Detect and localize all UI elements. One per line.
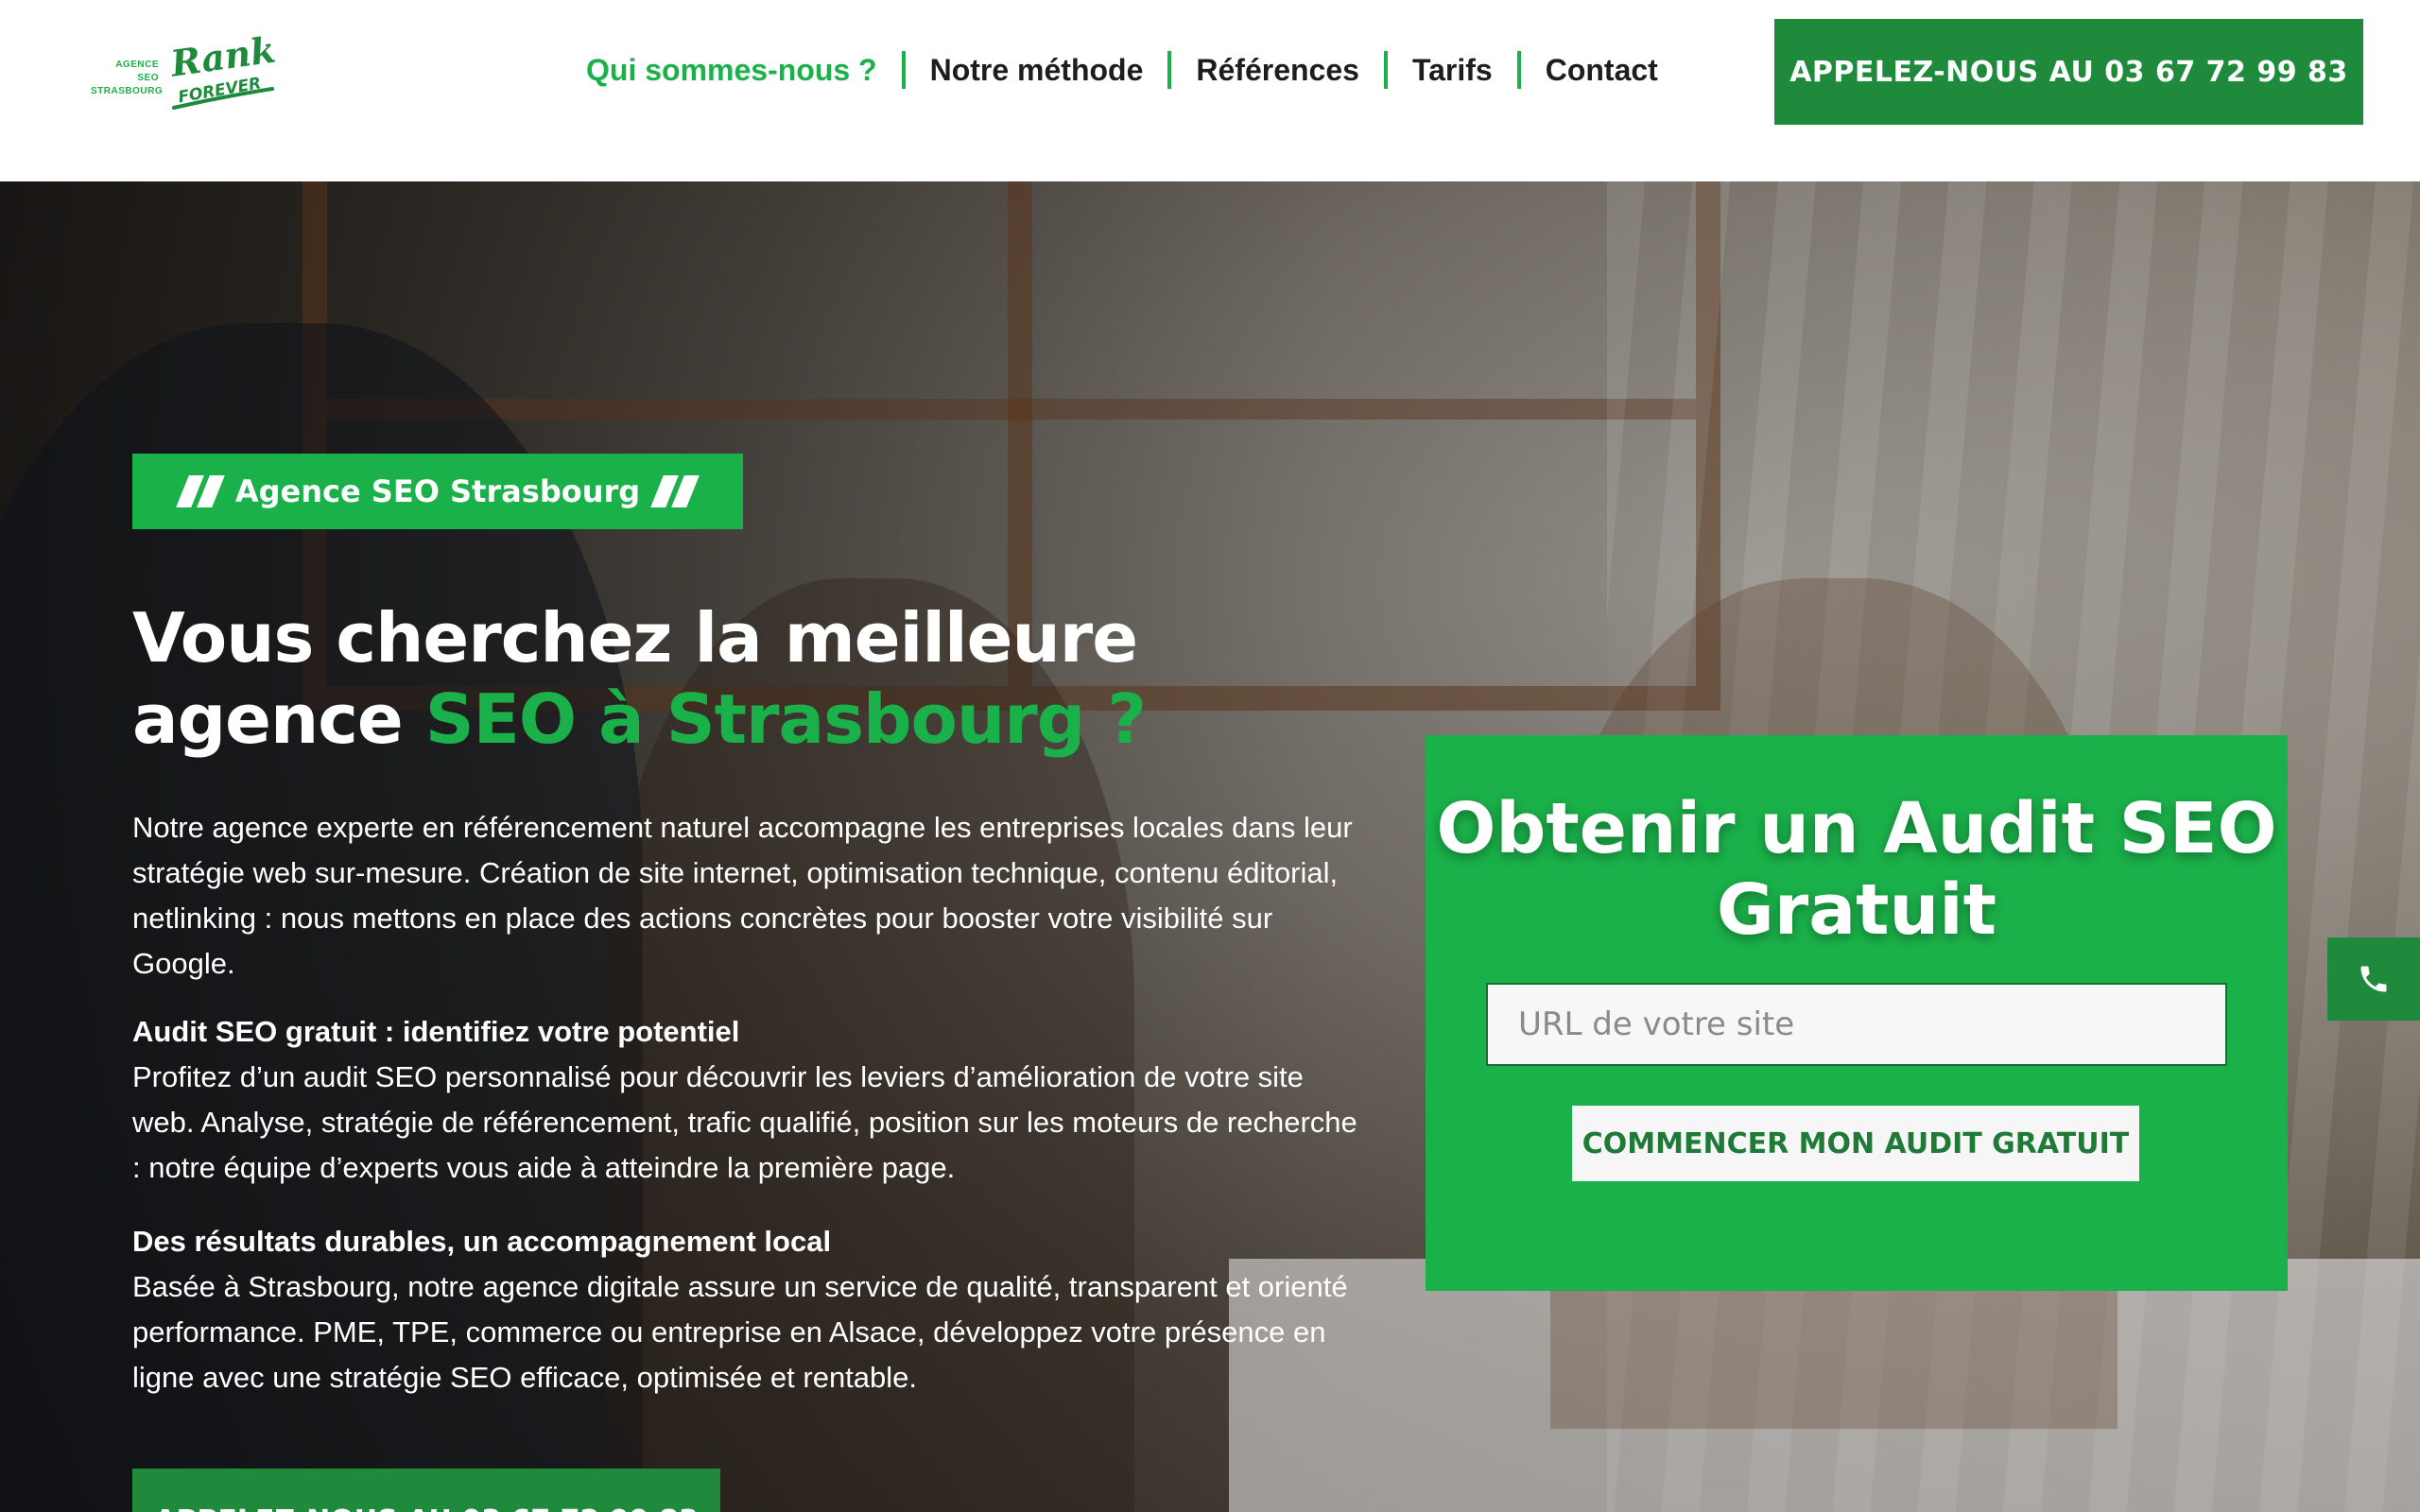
hero-section-text: Profitez d’un audit SEO personnalisé pou…: [132, 1060, 1357, 1184]
nav-separator: [1383, 51, 1388, 89]
site-header: AGENCE SEO STRASBOURG Rank FOREVER Qui som…: [0, 0, 2420, 181]
hero-section-audit: Audit SEO gratuit : identifiez votre pot…: [132, 1009, 1361, 1191]
hero-headline: Vous cherchez la meilleure agence SEO à …: [132, 597, 1361, 760]
hero-section: Agence SEO Strasbourg Vous cherchez la m…: [0, 181, 2420, 1512]
floating-call-button[interactable]: [2327, 937, 2420, 1021]
hero-section-text: Basée à Strasbourg, notre agence digital…: [132, 1270, 1348, 1394]
hero-call-button[interactable]: APPELEZ-NOUS AU 03 67 72 99 83: [132, 1469, 720, 1512]
hero-headline-highlight: SEO à Strasbourg ?: [424, 679, 1147, 759]
logo-wordmark: Rank FOREVER: [167, 30, 278, 110]
quote-mark-icon: [175, 475, 225, 507]
audit-title: Obtenir un Audit SEO Gratuit: [1436, 788, 2277, 951]
site-url-input[interactable]: [1486, 983, 2227, 1066]
audit-form-card: Obtenir un Audit SEO Gratuit COMMENCER M…: [1426, 735, 2288, 1291]
logo-tagline: AGENCE SEO STRASBOURG: [91, 60, 164, 96]
nav-item-qui-sommes-nous[interactable]: Qui sommes-nous ?: [586, 53, 877, 88]
hero-badge: Agence SEO Strasbourg: [132, 454, 743, 529]
logo[interactable]: AGENCE SEO STRASBOURG Rank FOREVER: [91, 26, 280, 117]
svg-text:Rank: Rank: [167, 30, 278, 85]
start-audit-button[interactable]: COMMENCER MON AUDIT GRATUIT: [1572, 1106, 2139, 1181]
hero-section-title: Des résultats durables, un accompagnemen…: [132, 1225, 832, 1258]
hero-section-title: Audit SEO gratuit : identifiez votre pot…: [132, 1015, 740, 1048]
phone-icon: [2360, 966, 2387, 992]
nav-item-references[interactable]: Références: [1196, 53, 1359, 88]
nav-separator: [1167, 51, 1172, 89]
nav-separator: [1516, 51, 1521, 89]
main-nav: Qui sommes-nous ? Notre méthode Référenc…: [586, 47, 1658, 93]
nav-item-tarifs[interactable]: Tarifs: [1412, 53, 1493, 88]
nav-separator: [901, 51, 906, 89]
nav-item-notre-methode[interactable]: Notre méthode: [930, 53, 1144, 88]
hero-intro: Notre agence experte en référencement na…: [132, 811, 1353, 980]
header-call-button[interactable]: APPELEZ-NOUS AU 03 67 72 99 83: [1774, 19, 2363, 125]
quote-mark-icon: [650, 475, 700, 507]
hero-badge-label: Agence SEO Strasbourg: [234, 473, 641, 509]
nav-item-contact[interactable]: Contact: [1546, 53, 1658, 88]
hero-section-local: Des résultats durables, un accompagnemen…: [132, 1219, 1361, 1400]
